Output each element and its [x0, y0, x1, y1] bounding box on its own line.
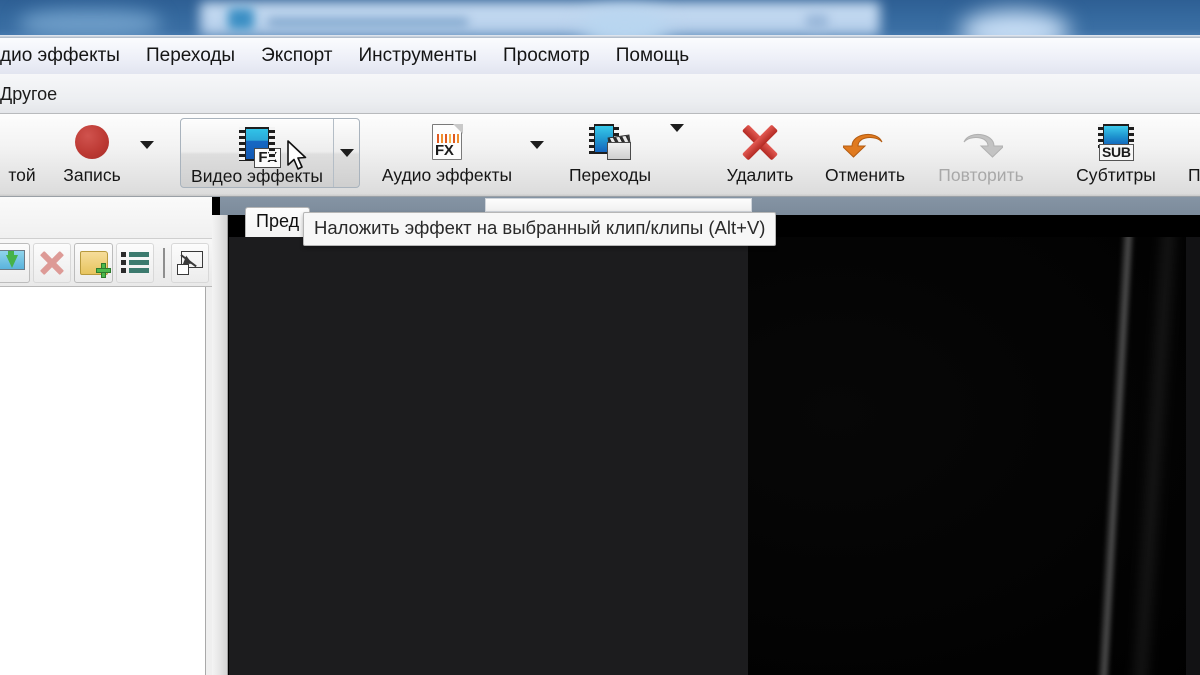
toolbar-audio-effects-group: FX Аудио эффекты [360, 114, 552, 197]
toolbar-record-group: Запись [52, 114, 162, 197]
video-preview-area[interactable] [229, 237, 1200, 675]
menu-transitions[interactable]: Переходы [133, 38, 248, 74]
fx-badge: FX [254, 148, 281, 168]
menu-audio-effects[interactable]: дио эффекты [0, 38, 133, 74]
toolbar-transitions[interactable]: Переходы [558, 114, 662, 193]
list-view-icon [120, 251, 149, 274]
toolbar-redo-label: Повторить [938, 165, 1024, 185]
sidebar-add-folder[interactable] [74, 242, 113, 283]
redo-arrow-icon [959, 120, 1003, 164]
fx-badge-audio: FX [435, 142, 454, 159]
toolbar-delete-label: Удалить [726, 165, 794, 185]
add-folder-icon [79, 250, 111, 278]
media-sidebar [0, 197, 212, 675]
toolbar-video-effects-group[interactable]: FX Видео эффекты [180, 118, 360, 188]
toolbar-preview-label: Просмотр [1188, 165, 1200, 185]
chevron-down-icon [339, 149, 354, 157]
import-media-icon [0, 249, 26, 276]
fit-to-window-icon [176, 250, 203, 275]
menu-tools[interactable]: Инструменты [345, 38, 489, 74]
toolbar-blank-label: той [8, 165, 36, 185]
toolbar-record[interactable]: Запись [52, 114, 132, 193]
toolbar-undo-label: Отменить [825, 165, 905, 185]
toolbar-video-effects-label: Видео эффекты [191, 166, 323, 186]
subbar-other[interactable]: Другое [0, 74, 67, 114]
record-icon [75, 120, 109, 164]
sub-badge: SUB [1099, 144, 1134, 161]
sidebar-fit-window[interactable] [170, 242, 209, 283]
chevron-down-icon [140, 141, 154, 149]
tooltip: Наложить эффект на выбранный клип/клипы … [303, 212, 777, 246]
toolbar-audio-effects-label: Аудио эффекты [381, 165, 513, 185]
video-right-matte [1186, 237, 1200, 675]
panel-splitter[interactable] [212, 215, 228, 675]
sidebar-separator [162, 247, 165, 278]
toolbar-subtitles-label: Субтитры [1076, 165, 1156, 185]
toolbar-audio-effects-dropdown-arrow[interactable] [522, 120, 552, 170]
subtitles-icon: SUB [1098, 120, 1134, 164]
background-blob-right [960, 10, 1070, 38]
toolbar-transitions-dropdown-arrow[interactable] [662, 124, 692, 174]
video-left-matte [229, 237, 748, 675]
sidebar-remove[interactable] [33, 242, 72, 283]
toolbar-record-label: Запись [63, 165, 121, 185]
transitions-icon [589, 120, 631, 164]
toolbar-audio-effects[interactable]: FX Аудио эффекты [372, 114, 522, 193]
toolbar-record-dropdown-arrow[interactable] [132, 120, 162, 170]
chevron-down-icon [670, 124, 684, 132]
blurred-background-window [0, 0, 1200, 38]
toolbar-video-effects[interactable]: FX Видео эффекты [181, 119, 333, 187]
toolbar-redo[interactable]: Повторить [920, 114, 1042, 193]
menu-export[interactable]: Экспорт [248, 38, 345, 74]
toolbar-undo[interactable]: Отменить [810, 114, 920, 193]
chevron-down-icon [530, 141, 544, 149]
background-window-title [268, 18, 468, 27]
remove-x-icon [39, 250, 65, 276]
toolbar-transitions-group: Переходы [552, 114, 692, 197]
menu-view[interactable]: Просмотр [490, 38, 603, 74]
background-window-icon [228, 8, 254, 30]
menu-bar: дио эффекты Переходы Экспорт Инструменты… [0, 38, 1200, 74]
undo-arrow-icon [843, 120, 887, 164]
sidebar-list-view[interactable] [115, 242, 154, 283]
sidebar-media-list[interactable] [0, 287, 206, 675]
main-toolbar: той Запись FX Видео эффекты FX Аудио эфф… [0, 114, 1200, 197]
toolbar-transitions-label: Переходы [568, 165, 652, 185]
toolbar-delete[interactable]: Удалить [710, 114, 810, 193]
menu-help[interactable]: Помощь [603, 38, 702, 74]
audio-fx-icon: FX [432, 120, 463, 164]
sidebar-toolbar [0, 239, 212, 287]
preview-tabstrip: Пред [245, 207, 311, 237]
background-window-controls [806, 14, 828, 30]
video-fx-icon: FX [239, 123, 281, 168]
toolbar-preview[interactable]: Просмотр [1172, 114, 1200, 193]
sidebar-header [0, 197, 212, 239]
toolbar-video-effects-dropdown-arrow[interactable] [333, 119, 359, 187]
sidebar-import-media[interactable] [0, 242, 31, 283]
horizontal-scrollbar-thumb[interactable] [485, 198, 752, 212]
secondary-bar: Другое [0, 74, 1200, 114]
toolbar-subtitles[interactable]: SUB Субтитры [1060, 114, 1172, 193]
tab-preview[interactable]: Пред [245, 207, 311, 237]
background-blob-left [20, 10, 160, 38]
delete-x-icon [740, 120, 780, 164]
application-window: дио эффекты Переходы Экспорт Инструменты… [0, 0, 1200, 675]
toolbar-blank[interactable]: той [0, 114, 52, 193]
